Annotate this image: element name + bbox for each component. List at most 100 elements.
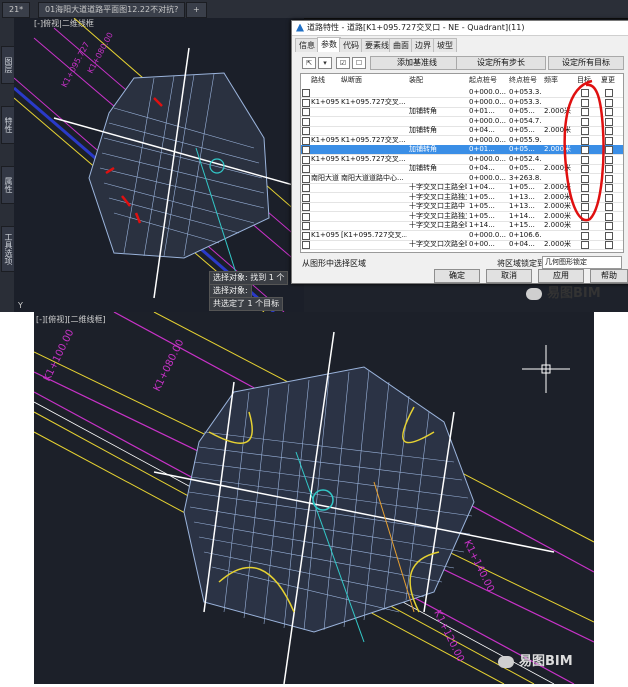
table-cell-end[interactable]: 0+04... (509, 240, 542, 249)
table-cell-route[interactable] (311, 117, 339, 126)
table-cell-profile[interactable] (341, 183, 407, 192)
table-cell-profile[interactable]: K1+095.727交叉... (341, 98, 407, 107)
row-checkbox[interactable] (302, 184, 310, 192)
row-checkbox[interactable] (302, 117, 310, 126)
table-cell-freq[interactable]: 2.000米 (544, 240, 575, 249)
row-checkbox[interactable] (302, 174, 310, 183)
table-cell-assembly[interactable]: 十字交叉口主路中 (409, 202, 467, 211)
table-cell-route[interactable] (311, 88, 339, 97)
table-cell-profile[interactable] (341, 202, 407, 211)
target-edit-button[interactable] (581, 241, 589, 249)
table-cell-profile[interactable] (341, 145, 407, 154)
row-checkbox[interactable] (302, 136, 310, 145)
table-cell-end[interactable]: 1+15... (509, 221, 542, 230)
target-edit-button[interactable] (581, 231, 589, 240)
row-checkbox[interactable] (302, 241, 310, 249)
row-checkbox[interactable] (302, 127, 310, 135)
table-cell-assembly[interactable]: 十字交叉口主路独立块左 (409, 193, 467, 202)
table-cell-start[interactable]: 0+000.0... (469, 231, 507, 240)
new-tab-button[interactable]: + (186, 2, 207, 18)
table-cell-assembly[interactable]: 十字交叉口次路全断面 (409, 240, 467, 249)
table-cell-route[interactable] (311, 145, 339, 154)
table-cell-end[interactable]: 0+054.7... (509, 117, 542, 126)
uncheck-icon[interactable]: ☐ (352, 57, 366, 69)
lock-regions-select[interactable]: 几何图形锁定 (542, 256, 622, 269)
table-cell-end[interactable]: 0+053.3... (509, 88, 542, 97)
table-cell-profile[interactable] (341, 212, 407, 221)
table-cell-route[interactable] (311, 221, 339, 230)
table-cell-start[interactable]: 0+000.0... (469, 98, 507, 107)
column-header[interactable]: 终点桩号 (509, 76, 537, 85)
table-cell-profile[interactable] (341, 117, 407, 126)
table-cell-start[interactable]: 1+05... (469, 202, 507, 211)
table-cell-profile[interactable] (341, 240, 407, 249)
table-cell-end[interactable]: 3+263.8... (509, 174, 542, 183)
checkbox-icon[interactable]: ☑ (336, 57, 350, 69)
table-cell-profile[interactable] (341, 107, 407, 116)
table-cell-start[interactable]: 0+01... (469, 107, 507, 116)
table-cell-end[interactable]: 1+14... (509, 212, 542, 221)
table-cell-end[interactable]: 0+053.3... (509, 98, 542, 107)
table-cell-route[interactable] (311, 126, 339, 135)
table-cell-profile[interactable]: [K1+095.727交叉... (341, 231, 407, 240)
table-cell-route[interactable]: K1+095... (311, 98, 339, 107)
table-cell-assembly[interactable] (409, 88, 467, 97)
palette-tab-tool-options[interactable]: 工具选项 (1, 226, 15, 272)
tab-slope-patterns[interactable]: 坡型 (433, 38, 457, 52)
table-cell-assembly[interactable]: 十字交叉口主路全断面 (409, 183, 467, 192)
bottom-screenshot-viewport[interactable]: [-][俯视][二维线框] K1+100.00 K1+080.00 K1+140… (34, 312, 594, 684)
table-cell-route[interactable]: K1+095... (311, 231, 339, 240)
table-cell-route[interactable] (311, 212, 339, 221)
table-cell-start[interactable]: 1+05... (469, 193, 507, 202)
tab-codes[interactable]: 代码 (339, 38, 363, 52)
table-cell-profile[interactable] (341, 126, 407, 135)
table-cell-end[interactable]: 0+05... (509, 145, 542, 154)
table-cell-profile[interactable] (341, 221, 407, 230)
palette-tab-attributes[interactable]: 属性 (1, 166, 15, 204)
target-edit-button[interactable] (605, 241, 613, 249)
table-cell-start[interactable]: 0+00... (469, 240, 507, 249)
cancel-button[interactable]: 取消 (486, 269, 532, 283)
table-cell-route[interactable] (311, 193, 339, 202)
table-cell-start[interactable]: 0+01... (469, 145, 507, 154)
row-checkbox[interactable] (302, 146, 310, 154)
table-cell-profile[interactable]: 南阳大道道路中心... (341, 174, 407, 183)
palette-tab-layers[interactable]: 图层 (1, 46, 15, 84)
row-checkbox[interactable] (302, 89, 310, 97)
tab-boundaries[interactable]: 边界 (411, 38, 435, 52)
table-cell-end[interactable]: 0+05... (509, 107, 542, 116)
palette-tab-properties[interactable]: 特性 (1, 106, 15, 144)
table-cell-start[interactable]: 0+04... (469, 126, 507, 135)
set-all-frequencies-button[interactable]: 设定所有步长 (456, 56, 546, 70)
select-icon[interactable]: ⇱ (302, 57, 316, 69)
table-cell-assembly[interactable] (409, 117, 467, 126)
tab-info[interactable]: 信息 (295, 38, 319, 52)
table-cell-end[interactable]: 0+055.9... (509, 136, 542, 145)
column-header[interactable]: 路线 (311, 76, 325, 85)
table-cell-start[interactable]: 0+000.0... (469, 136, 507, 145)
add-baseline-button[interactable]: 添加基准线 (370, 56, 464, 70)
table-cell-start[interactable]: 1+04... (469, 183, 507, 192)
table-cell-assembly[interactable] (409, 98, 467, 107)
table-cell-start[interactable]: 1+05... (469, 212, 507, 221)
table-cell-profile[interactable]: K1+095.727交叉... (341, 155, 407, 164)
row-checkbox[interactable] (302, 165, 310, 173)
table-cell-profile[interactable] (341, 193, 407, 202)
table-cell-start[interactable]: 0+000.0... (469, 174, 507, 183)
row-checkbox[interactable] (302, 193, 310, 202)
table-cell-route[interactable] (311, 202, 339, 211)
table-cell-route[interactable] (311, 164, 339, 173)
table-cell-route[interactable] (311, 107, 339, 116)
set-all-targets-button[interactable]: 设定所有目标 (548, 56, 624, 70)
target-edit-button[interactable] (605, 231, 613, 240)
ok-button[interactable]: 确定 (434, 269, 480, 283)
table-cell-end[interactable]: 1+13... (509, 202, 542, 211)
table-cell-end[interactable]: 0+106.6... (509, 231, 542, 240)
table-cell-route[interactable] (311, 240, 339, 249)
row-checkbox[interactable] (302, 98, 310, 107)
table-cell-route[interactable]: K1+095... (311, 136, 339, 145)
row-checkbox[interactable] (302, 222, 310, 230)
table-cell-assembly[interactable] (409, 174, 467, 183)
table-cell-profile[interactable] (341, 88, 407, 97)
document-tab-1[interactable]: 21* (2, 2, 31, 18)
